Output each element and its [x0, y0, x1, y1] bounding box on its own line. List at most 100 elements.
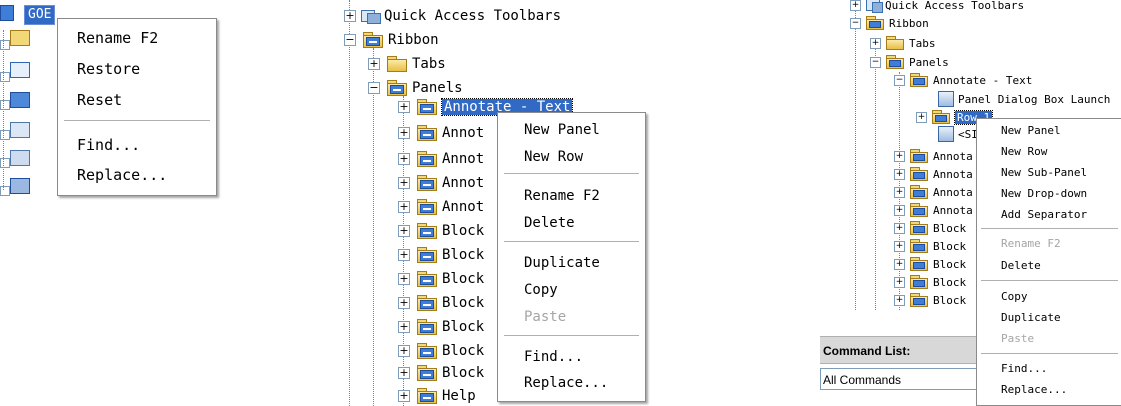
tree-node-tabs[interactable]: + Tabs	[368, 53, 446, 75]
menu-item-find[interactable]: Find...	[1001, 362, 1121, 375]
menu-item-replace[interactable]: Replace...	[1001, 383, 1121, 396]
tree-node-panel[interactable]: + Block	[894, 220, 966, 236]
expand-icon[interactable]: +	[344, 10, 356, 22]
tree-node-panel[interactable]: + Block	[398, 268, 484, 290]
tree-node-panel[interactable]: + Block	[398, 292, 484, 314]
menu-item-new-row[interactable]: New Row	[1001, 145, 1121, 158]
tree-node-panel[interactable]: + Annot	[398, 148, 484, 170]
tree-expander[interactable]	[0, 100, 10, 110]
tree-expander[interactable]	[0, 130, 10, 140]
tree-node-quick-access-toolbars[interactable]: + Quick Access Toolbars	[344, 5, 561, 27]
expand-icon[interactable]: +	[894, 186, 905, 198]
collapse-icon[interactable]: −	[894, 74, 905, 86]
menu-item-rename[interactable]: Rename F2	[524, 188, 645, 204]
expand-icon[interactable]: +	[398, 249, 410, 261]
expand-icon[interactable]: +	[398, 101, 410, 113]
tree-node-panel[interactable]: + Annota	[894, 184, 973, 200]
tree-node-panel[interactable]: + Annot	[398, 196, 484, 218]
menu-item-duplicate[interactable]: Duplicate	[524, 255, 645, 271]
menu-item-duplicate[interactable]: Duplicate	[1001, 311, 1121, 324]
tree-node-panel[interactable]: + Block	[894, 238, 966, 254]
expand-icon[interactable]: +	[398, 297, 410, 309]
expand-icon[interactable]: +	[398, 321, 410, 333]
expand-icon[interactable]: +	[398, 127, 410, 139]
menu-item-find[interactable]: Find...	[77, 136, 216, 154]
expand-icon[interactable]: +	[850, 0, 861, 11]
menu-item-delete[interactable]: Delete	[1001, 259, 1121, 272]
expand-icon[interactable]: +	[398, 273, 410, 285]
menu-item-copy[interactable]: Copy	[1001, 290, 1121, 303]
collapse-icon[interactable]: −	[368, 82, 380, 94]
tree-node-panel[interactable]: + Help	[398, 385, 476, 406]
menu-item-add-separator[interactable]: Add Separator	[1001, 208, 1121, 221]
collapse-icon[interactable]: −	[870, 56, 881, 68]
collapse-icon[interactable]: −	[850, 17, 861, 29]
tree-node-panel[interactable]: + Block	[398, 362, 484, 384]
menu-item-reset[interactable]: Reset	[77, 91, 216, 109]
tree-node-panel[interactable]: + Block	[894, 256, 966, 272]
tree-expander[interactable]	[0, 158, 10, 168]
menu-item-paste[interactable]: Paste	[1001, 332, 1121, 345]
expand-icon[interactable]: +	[894, 168, 905, 180]
menu-item-new-sub-panel[interactable]: New Sub-Panel	[1001, 166, 1121, 179]
menu-item-copy[interactable]: Copy	[524, 282, 645, 298]
expand-icon[interactable]: +	[916, 111, 927, 123]
window-icon	[10, 178, 30, 194]
expand-icon[interactable]: +	[398, 367, 410, 379]
menu-item-paste[interactable]: Paste	[524, 309, 645, 325]
tree-node-slideout[interactable]: <SI	[932, 126, 978, 142]
expand-icon[interactable]: +	[870, 37, 881, 49]
tree-node-ribbon[interactable]: − Ribbon	[344, 29, 439, 51]
expand-icon[interactable]: +	[368, 58, 380, 70]
menu-item-new-drop-down[interactable]: New Drop-down	[1001, 187, 1121, 200]
tree-expander[interactable]	[0, 72, 10, 82]
expand-icon[interactable]: +	[398, 153, 410, 165]
expand-icon[interactable]: +	[894, 240, 905, 252]
expand-icon[interactable]: +	[398, 345, 410, 357]
tree-node-dialog-launcher[interactable]: Panel Dialog Box Launch	[932, 91, 1110, 107]
tree-node-panel[interactable]: + Block	[894, 292, 966, 308]
tree-expander[interactable]	[0, 186, 10, 196]
expand-icon[interactable]: +	[894, 150, 905, 162]
collapse-icon[interactable]: −	[344, 34, 356, 46]
tree-node-panels[interactable]: − Panels	[870, 54, 949, 70]
selected-tree-node[interactable]: GOE	[24, 5, 56, 25]
tree-node-panel[interactable]: + Annota	[894, 166, 973, 182]
expand-icon[interactable]: +	[398, 201, 410, 213]
menu-item-new-panel[interactable]: New Panel	[1001, 124, 1121, 137]
tree-node-panel[interactable]: + Block	[398, 340, 484, 362]
tree-node-annotate-text[interactable]: − Annotate - Text	[894, 72, 1032, 88]
tree-expander[interactable]	[0, 40, 10, 50]
menu-item-new-panel[interactable]: New Panel	[524, 122, 645, 138]
tree-node-panel[interactable]: + Annota	[894, 202, 973, 218]
tree-node-label: Annot	[442, 125, 485, 141]
expand-icon[interactable]: +	[894, 276, 905, 288]
tree-node-panel[interactable]: + Annot	[398, 122, 484, 144]
expand-icon[interactable]: +	[894, 294, 905, 306]
menu-item-find[interactable]: Find...	[524, 349, 645, 365]
expand-icon[interactable]: +	[398, 390, 410, 402]
menu-item-rename[interactable]: Rename F2	[77, 29, 216, 47]
expand-icon[interactable]: +	[894, 204, 905, 216]
menu-item-replace[interactable]: Replace...	[77, 166, 216, 184]
menu-item-restore[interactable]: Restore	[77, 60, 216, 78]
tree-node-panel[interactable]: + Block	[398, 220, 484, 242]
tree-node-panel[interactable]: + Block	[894, 274, 966, 290]
tree-node-panel[interactable]: + Annot	[398, 172, 484, 194]
menu-item-rename[interactable]: Rename F2	[1001, 237, 1121, 250]
tree-node-panel[interactable]: + Block	[398, 244, 484, 266]
tree-node-partial-icon[interactable]	[0, 5, 14, 21]
tree-node-panel[interactable]: + Block	[398, 316, 484, 338]
expand-icon[interactable]: +	[894, 258, 905, 270]
menu-item-new-row[interactable]: New Row	[524, 149, 645, 165]
tree-node-ribbon[interactable]: − Ribbon	[850, 15, 929, 31]
expand-icon[interactable]: +	[398, 225, 410, 237]
tree-node-panel[interactable]: + Annota	[894, 148, 973, 164]
expand-icon[interactable]: +	[894, 222, 905, 234]
tree-node-tabs[interactable]: + Tabs	[870, 35, 936, 51]
tree-node-label: Block	[442, 295, 485, 311]
tree-node-quick-access-toolbars[interactable]: + Quick Access Toolbars	[850, 0, 1024, 13]
menu-item-delete[interactable]: Delete	[524, 215, 645, 231]
expand-icon[interactable]: +	[398, 177, 410, 189]
menu-item-replace[interactable]: Replace...	[524, 375, 645, 391]
